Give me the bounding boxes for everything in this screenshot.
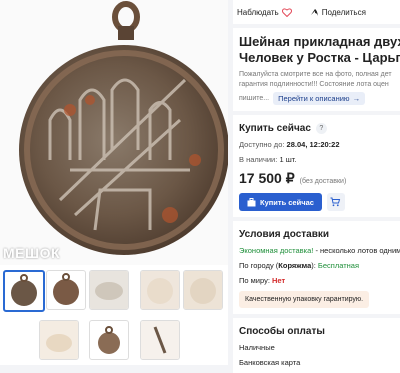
buy-actions: Купить сейчас: [239, 193, 400, 211]
details-panel: Наблюдать Поделиться Шейная прикладная д…: [233, 0, 400, 373]
arrow-right-icon: →: [352, 94, 361, 103]
city-value: Бесплатная: [317, 261, 360, 270]
packaging-note: Качественную упаковку гарантирую.: [239, 291, 370, 308]
pendant-image: [19, 1, 228, 255]
goto-description-button[interactable]: Перейти к описанию →: [273, 92, 366, 105]
economy-label: Экономная доставка!: [239, 246, 314, 255]
stock-label: В наличии:: [239, 155, 278, 164]
payment-section-title: Способы оплаты: [239, 326, 325, 337]
payment-method: Наличные: [239, 343, 275, 352]
thumbnail-5[interactable]: [183, 270, 223, 310]
stock: В наличии: 1 шт.: [239, 155, 400, 164]
world-label: По миру:: [239, 276, 272, 285]
city-sep: ):: [311, 261, 318, 270]
share-icon: [310, 8, 318, 16]
buy-now-button[interactable]: Купить сейчас: [239, 193, 322, 211]
share-label: Поделиться: [321, 7, 366, 17]
goto-description-label: Перейти к описанию: [278, 94, 350, 103]
price-row: 17 500 ₽ (без доставки): [239, 170, 400, 187]
cart-plus-icon: [330, 197, 341, 207]
city-name: Коряжма: [278, 261, 312, 270]
buy-card: Купить сейчас ? Доступно до: 28.04, 12:2…: [233, 115, 400, 217]
delivery-card: Условия доставки Экономная доставка! - н…: [233, 221, 400, 314]
thumbnail-6[interactable]: [39, 320, 79, 360]
economy-text: - несколько лотов одним: [313, 246, 400, 255]
available-label: Доступно до:: [239, 140, 285, 149]
desc-line1: Пожалуйста смотрите все на фото, полная …: [239, 71, 392, 78]
share-button[interactable]: Поделиться: [310, 8, 366, 17]
item-card: Шейная прикладная двухс Человек у Ростка…: [233, 28, 400, 111]
price: 17 500 ₽: [239, 170, 295, 186]
thumbnail-7[interactable]: [89, 320, 129, 360]
watch-label: Наблюдать: [237, 7, 279, 17]
buy-title-text: Купить сейчас: [239, 123, 311, 134]
stock-value: 1 шт.: [279, 155, 297, 164]
thumbnail-8[interactable]: [140, 320, 180, 360]
price-note: (без доставки): [299, 178, 347, 185]
desc-line2: гарантия подлинности!!! Состояние лота о…: [239, 81, 389, 88]
thumbnail-2[interactable]: [46, 270, 86, 310]
desc-row: пишите... Перейти к описанию →: [239, 92, 400, 105]
heart-icon: [281, 7, 292, 17]
city-delivery: По городу (Коряжма): Бесплатная: [239, 261, 400, 270]
economy-delivery: Экономная доставка! - несколько лотов од…: [239, 246, 400, 255]
buy-now-label: Купить сейчас: [260, 197, 314, 207]
top-actions: Наблюдать Поделиться: [233, 0, 400, 24]
thumbnail-3[interactable]: [89, 270, 129, 310]
buy-section-title: Купить сейчас ?: [239, 123, 400, 134]
item-title-line1: Шейная прикладная двухс: [239, 34, 400, 49]
desc-line3: пишите...: [239, 95, 270, 102]
city-label: По городу (: [239, 261, 279, 270]
world-value: Нет: [272, 276, 286, 285]
main-photo[interactable]: МЕШОК: [0, 0, 228, 265]
watermark: МЕШОК: [3, 245, 61, 261]
item-title-line2: Человек у Ростка - Царьгр: [239, 50, 400, 65]
world-delivery: По миру: Нет: [239, 276, 400, 285]
payment-method: Банковская карта: [239, 358, 301, 367]
help-icon[interactable]: ?: [315, 123, 327, 134]
briefcase-icon: [247, 197, 256, 206]
watch-button[interactable]: Наблюдать: [237, 8, 292, 17]
available-until: Доступно до: 28.04, 12:20:22: [239, 140, 400, 149]
available-value: 28.04, 12:20:22: [286, 140, 340, 149]
delivery-section-title: Условия доставки: [239, 229, 330, 240]
thumbnail-1[interactable]: [3, 270, 45, 312]
add-to-cart-button[interactable]: [326, 193, 345, 211]
gallery: МЕШОК: [0, 0, 228, 365]
thumbnail-4[interactable]: [140, 270, 180, 310]
